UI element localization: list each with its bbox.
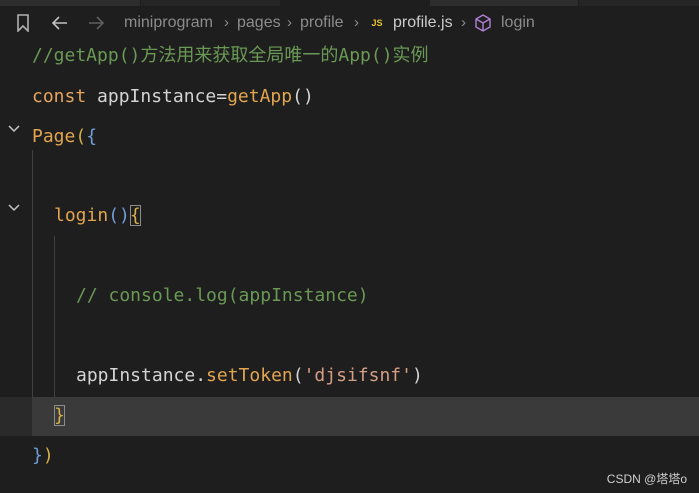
code-comment: //getApp()方法用来获取全局唯一的App()实例 <box>32 45 429 66</box>
string-literal: 'djsifsnf' <box>303 365 412 386</box>
chevron-right-icon: › <box>461 14 466 31</box>
back-arrow-icon[interactable] <box>50 14 70 32</box>
matched-brace: { <box>129 205 141 226</box>
function-call: Page <box>32 126 76 147</box>
breadcrumb-folder-pages[interactable]: pages <box>237 14 281 32</box>
indent-guide <box>54 236 55 400</box>
breadcrumb-folder-miniprogram[interactable]: miniprogram <box>124 14 213 32</box>
code-line-9[interactable]: appInstance.setToken('djsifsnf') <box>76 362 423 390</box>
keyword-const: const <box>32 86 98 107</box>
code-line-1[interactable]: //getApp()方法用来获取全局唯一的App()实例 <box>32 42 429 70</box>
chevron-right-icon: › <box>224 14 229 31</box>
method-call: setToken <box>206 365 293 386</box>
fold-chevron-icon[interactable] <box>6 199 22 215</box>
indent-guide <box>32 150 33 400</box>
current-line-highlight <box>32 397 699 436</box>
open-paren: ( <box>75 126 87 147</box>
watermark: CSDN @塔塔o <box>606 472 687 486</box>
fold-chevron-icon[interactable] <box>6 120 22 136</box>
code-line-10[interactable]: } <box>54 402 65 430</box>
close-brace: } <box>32 445 43 466</box>
function-call: getApp <box>227 86 293 107</box>
code-comment: // console.log(appInstance) <box>76 285 369 306</box>
bookmark-icon[interactable] <box>14 14 34 33</box>
method-name: login <box>54 205 109 226</box>
object-name: appInstance. <box>76 365 207 386</box>
code-line-7[interactable]: // console.log(appInstance) <box>76 282 369 310</box>
chevron-right-icon: › <box>354 14 359 31</box>
matched-brace: } <box>54 405 65 426</box>
open-brace: { <box>86 126 98 147</box>
parentheses: () <box>292 86 314 107</box>
method-cube-icon <box>474 14 494 32</box>
javascript-file-icon: JS <box>369 16 385 30</box>
breadcrumb-symbol-login[interactable]: login <box>501 14 535 32</box>
current-line-gutter <box>0 397 32 436</box>
parentheses: () <box>108 205 130 226</box>
close-paren: ) <box>411 365 423 386</box>
code-line-11[interactable]: }) <box>32 442 54 470</box>
close-paren: ) <box>42 445 54 466</box>
breadcrumb: miniprogram › pages › profile › JS profi… <box>0 6 699 40</box>
code-line-5[interactable]: login(){ <box>54 202 141 230</box>
code-line-3[interactable]: Page({ <box>32 123 97 151</box>
variable-name: appInstance= <box>97 86 228 107</box>
forward-arrow-icon[interactable] <box>86 14 106 32</box>
breadcrumb-file[interactable]: profile.js <box>393 14 453 32</box>
open-paren: ( <box>292 365 304 386</box>
code-line-2[interactable]: const appInstance=getApp() <box>32 83 314 111</box>
breadcrumb-folder-profile[interactable]: profile <box>300 14 344 32</box>
chevron-right-icon: › <box>287 14 292 31</box>
